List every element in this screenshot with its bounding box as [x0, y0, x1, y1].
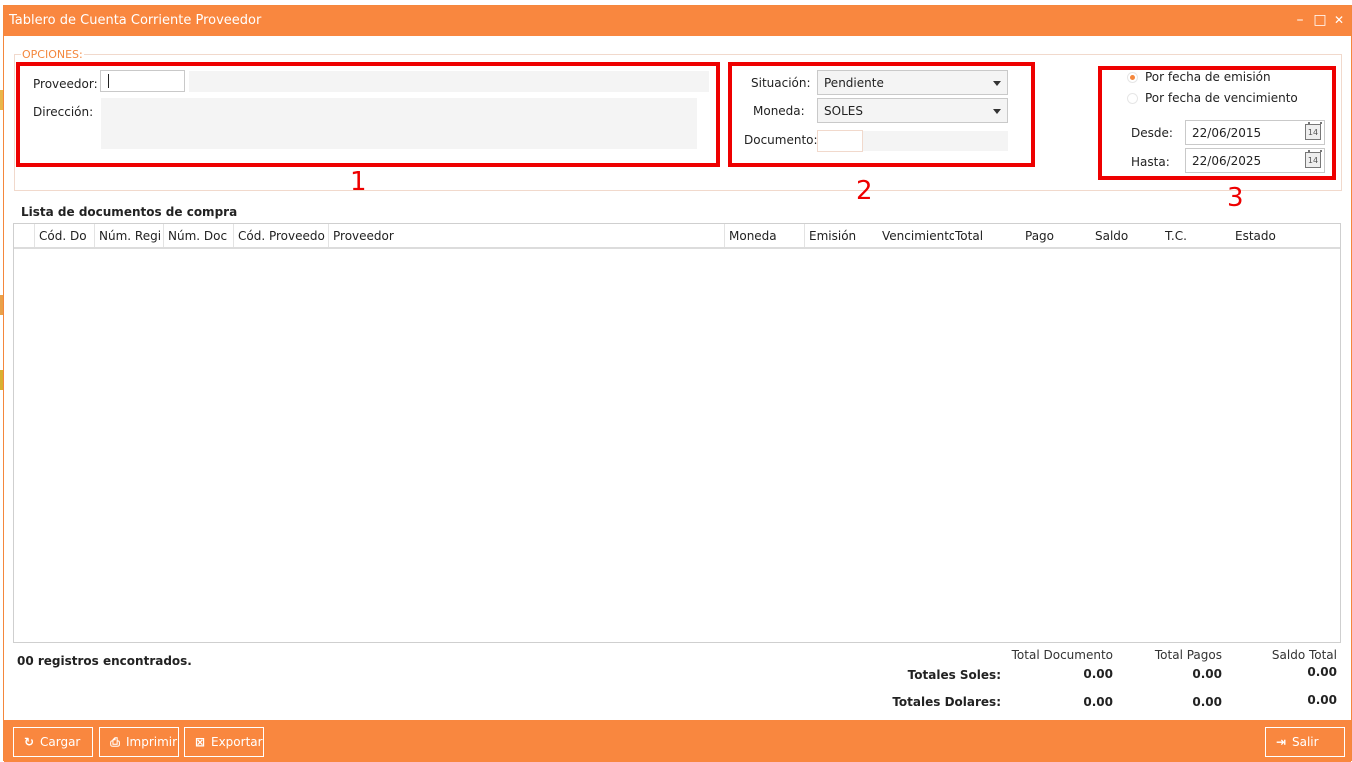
window-title: Tablero de Cuenta Corriente Proveedor: [9, 13, 262, 28]
text-cursor: [108, 74, 109, 88]
list-title: Lista de documentos de compra: [21, 205, 238, 219]
soles-total-pagos: 0.00: [1192, 667, 1222, 681]
documento-type-input[interactable]: [817, 130, 863, 152]
box-number-2: 2: [856, 176, 873, 206]
radio-fecha-vencimiento-label: Por fecha de vencimiento: [1145, 91, 1298, 105]
cargar-label: Cargar: [40, 735, 81, 749]
footer-bar: ↻ Cargar ⎙ Imprimir ⊠ Exportar ⇥ Salir: [4, 720, 1351, 762]
column-header[interactable]: Pago: [1021, 224, 1091, 247]
minimize-icon[interactable]: –: [1293, 12, 1307, 28]
moneda-select[interactable]: SOLES: [817, 98, 1008, 123]
hasta-date-picker[interactable]: 22/06/2025 14: [1185, 148, 1325, 173]
column-header[interactable]: Emisión: [805, 224, 881, 247]
refresh-icon: ↻: [23, 735, 35, 749]
dialog-window: Tablero de Cuenta Corriente Proveedor – …: [3, 5, 1352, 762]
soles-total-documento: 0.00: [1083, 667, 1113, 681]
row-selector-header: [14, 224, 35, 247]
hasta-date-value: 22/06/2025: [1192, 154, 1262, 168]
exportar-label: Exportar: [211, 735, 263, 749]
documents-grid[interactable]: Cód. Do Núm. Regi Núm. Doc Cód. Proveedo…: [13, 223, 1341, 643]
exit-icon: ⇥: [1275, 735, 1287, 749]
column-header[interactable]: Vencimiento: [878, 224, 954, 247]
radio-fecha-emision[interactable]: [1127, 72, 1138, 83]
radio-fecha-emision-label: Por fecha de emisión: [1145, 70, 1271, 84]
dolares-total-documento: 0.00: [1083, 695, 1113, 709]
imprimir-label: Imprimir: [126, 735, 178, 749]
imprimir-button[interactable]: ⎙ Imprimir: [99, 727, 179, 757]
documento-label: Documento:: [744, 133, 818, 147]
dolares-total-pagos: 0.00: [1192, 695, 1222, 709]
title-bar: Tablero de Cuenta Corriente Proveedor – …: [4, 6, 1351, 36]
moneda-label: Moneda:: [753, 104, 805, 118]
situacion-select[interactable]: Pendiente: [817, 70, 1008, 95]
column-header[interactable]: Cód. Proveedo: [234, 224, 329, 247]
column-header[interactable]: T.C.: [1161, 224, 1231, 247]
column-header[interactable]: Saldo: [1091, 224, 1161, 247]
column-header[interactable]: Total: [951, 224, 1021, 247]
column-header[interactable]: Cód. Do: [35, 224, 95, 247]
column-header[interactable]: Proveedor: [329, 224, 725, 247]
excel-file-icon: ⊠: [194, 735, 206, 749]
box-number-3: 3: [1227, 183, 1244, 213]
moneda-value: SOLES: [824, 104, 863, 118]
cargar-button[interactable]: ↻ Cargar: [13, 727, 93, 757]
total-documento-header: Total Documento: [1011, 648, 1113, 662]
direccion-label: Dirección:: [33, 105, 94, 119]
salir-button[interactable]: ⇥ Salir: [1265, 727, 1345, 757]
proveedor-label: Proveedor:: [33, 77, 98, 91]
exportar-button[interactable]: ⊠ Exportar: [184, 727, 264, 757]
documento-number-field: [863, 131, 1008, 151]
soles-saldo-total: 0.00: [1307, 665, 1337, 679]
calendar-icon[interactable]: 14: [1305, 150, 1322, 168]
hasta-label: Hasta:: [1131, 155, 1170, 169]
maximize-icon[interactable]: □: [1313, 12, 1327, 28]
desde-label: Desde:: [1131, 126, 1173, 140]
column-header[interactable]: Núm. Regi: [95, 224, 164, 247]
calendar-icon[interactable]: 14: [1305, 122, 1322, 140]
dolares-saldo-total: 0.00: [1307, 693, 1337, 707]
proveedor-name-field: [189, 71, 709, 92]
situacion-value: Pendiente: [824, 76, 884, 90]
salir-label: Salir: [1292, 735, 1319, 749]
desde-date-value: 22/06/2015: [1192, 126, 1262, 140]
grid-header: Cód. Do Núm. Regi Núm. Doc Cód. Proveedo…: [14, 224, 1340, 249]
box-number-1: 1: [350, 167, 367, 197]
column-header[interactable]: Núm. Doc: [164, 224, 234, 247]
printer-icon: ⎙: [110, 735, 120, 749]
totales-soles-label: Totales Soles:: [907, 668, 1001, 682]
total-pagos-header: Total Pagos: [1154, 648, 1222, 662]
records-count: 00 registros encontrados.: [17, 654, 192, 668]
close-icon[interactable]: ✕: [1332, 12, 1346, 28]
totales-dolares-label: Totales Dolares:: [892, 695, 1001, 709]
dropdown-arrow-icon: [993, 109, 1001, 114]
column-header[interactable]: Estado: [1231, 224, 1331, 247]
column-header[interactable]: Moneda: [725, 224, 805, 247]
situacion-label: Situación:: [751, 76, 811, 90]
radio-fecha-vencimiento[interactable]: [1127, 93, 1138, 104]
saldo-total-header: Saldo Total: [1271, 648, 1337, 662]
direccion-field: [101, 98, 697, 149]
dropdown-arrow-icon: [993, 81, 1001, 86]
desde-date-picker[interactable]: 22/06/2015 14: [1185, 120, 1325, 145]
proveedor-code-input[interactable]: [100, 70, 185, 92]
options-legend: OPCIONES:: [21, 48, 84, 61]
